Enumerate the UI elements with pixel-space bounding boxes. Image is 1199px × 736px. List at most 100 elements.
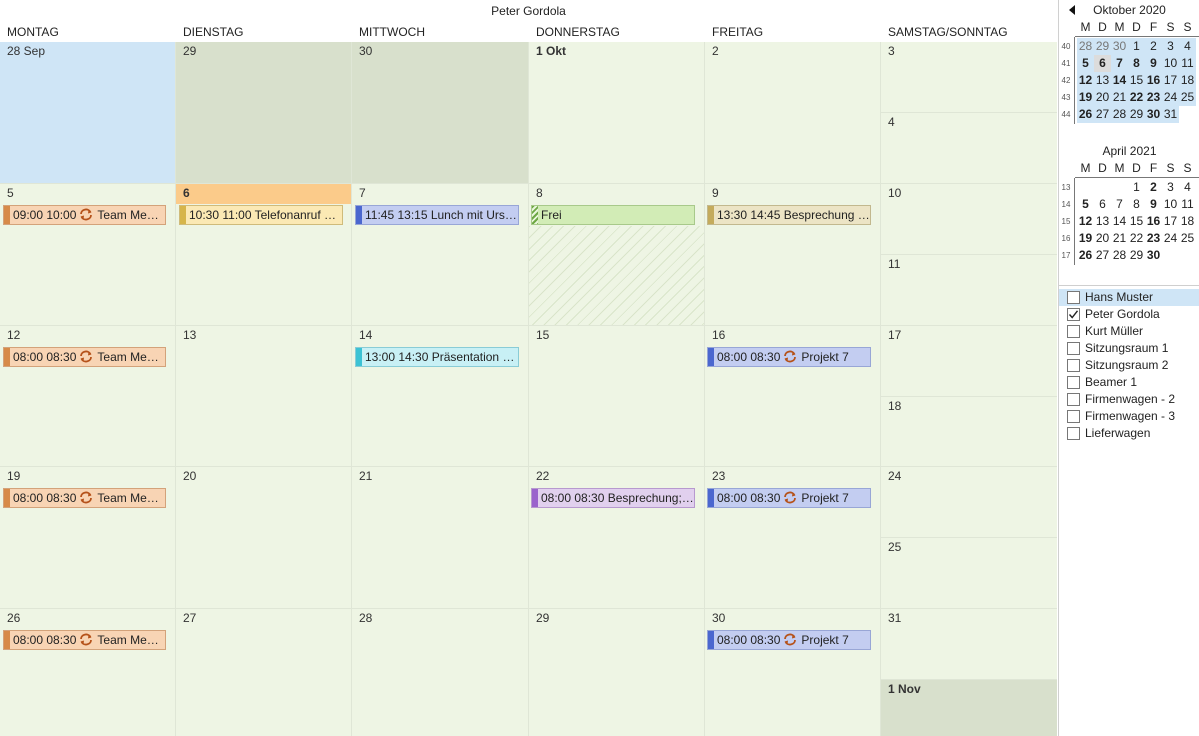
- resource-item-beamer-1[interactable]: Beamer 1: [1059, 374, 1199, 391]
- mini-day[interactable]: 12: [1077, 213, 1094, 230]
- day-cell-saturday[interactable]: 10: [881, 184, 1057, 255]
- day-cell[interactable]: 29: [529, 609, 705, 736]
- mini-day[interactable]: 30: [1145, 106, 1162, 123]
- mini-day[interactable]: 29: [1094, 38, 1111, 55]
- day-cell[interactable]: 20: [176, 467, 352, 609]
- day-cell[interactable]: 29: [176, 42, 352, 184]
- mini-day[interactable]: 20: [1094, 89, 1111, 106]
- resource-item-kurt-mueller[interactable]: Kurt Müller: [1059, 323, 1199, 340]
- day-cell-saturday[interactable]: 24: [881, 467, 1057, 538]
- day-cell[interactable]: 30: [352, 42, 529, 184]
- mini-day[interactable]: 23: [1145, 89, 1162, 106]
- resource-item-peter-gordola[interactable]: Peter Gordola: [1059, 306, 1199, 323]
- day-cell-sunday[interactable]: 18: [881, 397, 1057, 467]
- day-cell[interactable]: 27: [176, 609, 352, 736]
- mini-day[interactable]: 14: [1111, 213, 1128, 230]
- checkbox[interactable]: [1067, 427, 1080, 440]
- day-cell-sunday[interactable]: 1 Nov: [881, 680, 1057, 736]
- mini-day[interactable]: 28: [1111, 106, 1128, 123]
- day-cell[interactable]: 1 Okt: [529, 42, 705, 184]
- mini-day[interactable]: 25: [1179, 230, 1196, 247]
- mini-day[interactable]: 27: [1094, 106, 1111, 123]
- mini-day[interactable]: 7: [1111, 196, 1128, 213]
- event-projekt[interactable]: 08:00 08:30 Projekt 7: [707, 630, 871, 650]
- resource-item-firmenwagen-3[interactable]: Firmenwagen - 3: [1059, 408, 1199, 425]
- mini-day[interactable]: 8: [1128, 196, 1145, 213]
- event-team-meeting[interactable]: 08:00 08:30 Team Meeting: [3, 630, 166, 650]
- mini-day[interactable]: 9: [1145, 55, 1162, 72]
- mini-day[interactable]: 21: [1111, 89, 1128, 106]
- mini-day[interactable]: 12: [1077, 72, 1094, 89]
- mini-day[interactable]: 15: [1128, 72, 1145, 89]
- checkbox[interactable]: [1067, 410, 1080, 423]
- day-cell[interactable]: 30: [705, 609, 881, 736]
- mini-day[interactable]: 16: [1145, 72, 1162, 89]
- mini-day[interactable]: 9: [1145, 196, 1162, 213]
- mini-day[interactable]: 13: [1094, 213, 1111, 230]
- checkbox[interactable]: [1067, 291, 1080, 304]
- event-team-meeting[interactable]: 08:00 08:30 Team Meeting: [3, 488, 166, 508]
- mini-day[interactable]: 2: [1145, 38, 1162, 55]
- mini-day[interactable]: 22: [1128, 89, 1145, 106]
- mini-day[interactable]: 29: [1128, 247, 1145, 264]
- mini-day[interactable]: 19: [1077, 230, 1094, 247]
- event-team-meeting[interactable]: 08:00 08:30 Team Meeting: [3, 347, 166, 367]
- day-cell[interactable]: 2: [705, 42, 881, 184]
- event-besprechung[interactable]: 13:30 14:45 Besprechung P...: [707, 205, 871, 225]
- resource-item-firmenwagen-2[interactable]: Firmenwagen - 2: [1059, 391, 1199, 408]
- day-cell-saturday[interactable]: 17: [881, 326, 1057, 397]
- checkbox[interactable]: [1067, 393, 1080, 406]
- mini-day[interactable]: 26: [1077, 106, 1094, 123]
- mini-day[interactable]: 14: [1111, 72, 1128, 89]
- mini-day-today[interactable]: 6: [1094, 55, 1111, 72]
- mini-day[interactable]: 26: [1077, 247, 1094, 264]
- day-cell[interactable]: 28 Sep: [0, 42, 176, 184]
- day-cell[interactable]: 28: [352, 609, 529, 736]
- mini-day[interactable]: 10: [1162, 55, 1179, 72]
- day-cell-saturday[interactable]: 31: [881, 609, 1057, 680]
- day-cell[interactable]: 13: [176, 326, 352, 467]
- event-team-meeting[interactable]: 09:00 10:00 Team Meeting: [3, 205, 166, 225]
- mini-day[interactable]: 1: [1128, 179, 1145, 196]
- resource-item-hans-muster[interactable]: Hans Muster: [1059, 289, 1199, 306]
- mini-day[interactable]: 28: [1077, 38, 1094, 55]
- mini-day[interactable]: 19: [1077, 89, 1094, 106]
- mini-day[interactable]: 6: [1094, 196, 1111, 213]
- mini-day[interactable]: 11: [1179, 196, 1196, 213]
- resource-item-lieferwagen[interactable]: Lieferwagen: [1059, 425, 1199, 442]
- mini-day[interactable]: 28: [1111, 247, 1128, 264]
- day-cell-sunday[interactable]: 11: [881, 255, 1057, 326]
- day-cell-saturday[interactable]: 3: [881, 42, 1057, 113]
- day-cell[interactable]: 21: [352, 467, 529, 609]
- mini-day[interactable]: 24: [1162, 89, 1179, 106]
- checkbox[interactable]: [1067, 359, 1080, 372]
- event-projekt[interactable]: 08:00 08:30 Projekt 7: [707, 347, 871, 367]
- mini-day[interactable]: 1: [1128, 38, 1145, 55]
- day-cell[interactable]: 15: [529, 326, 705, 467]
- mini-day[interactable]: 25: [1179, 89, 1196, 106]
- mini-day[interactable]: 7: [1111, 55, 1128, 72]
- mini-day[interactable]: 15: [1128, 213, 1145, 230]
- checkbox[interactable]: [1067, 325, 1080, 338]
- resource-item-sitzungsraum-1[interactable]: Sitzungsraum 1: [1059, 340, 1199, 357]
- checkbox[interactable]: [1067, 308, 1080, 321]
- mini-day[interactable]: 4: [1179, 38, 1196, 55]
- event-besprechung[interactable]: 08:00 08:30 Besprechung; B...: [531, 488, 695, 508]
- mini-day[interactable]: 10: [1162, 196, 1179, 213]
- mini-day[interactable]: 5: [1077, 55, 1094, 72]
- mini-day[interactable]: 3: [1162, 38, 1179, 55]
- mini-day[interactable]: 4: [1179, 179, 1196, 196]
- day-cell[interactable]: 26: [0, 609, 176, 736]
- mini-day[interactable]: 2: [1145, 179, 1162, 196]
- mini-day[interactable]: 23: [1145, 230, 1162, 247]
- day-cell-sunday[interactable]: 25: [881, 538, 1057, 609]
- mini-day[interactable]: 30: [1111, 38, 1128, 55]
- mini-day[interactable]: 8: [1128, 55, 1145, 72]
- mini-day[interactable]: 5: [1077, 196, 1094, 213]
- mini-day[interactable]: 24: [1162, 230, 1179, 247]
- mini-day[interactable]: 3: [1162, 179, 1179, 196]
- mini-day[interactable]: 22: [1128, 230, 1145, 247]
- mini-day[interactable]: 20: [1094, 230, 1111, 247]
- mini-day[interactable]: 18: [1179, 72, 1196, 89]
- mini-day[interactable]: 21: [1111, 230, 1128, 247]
